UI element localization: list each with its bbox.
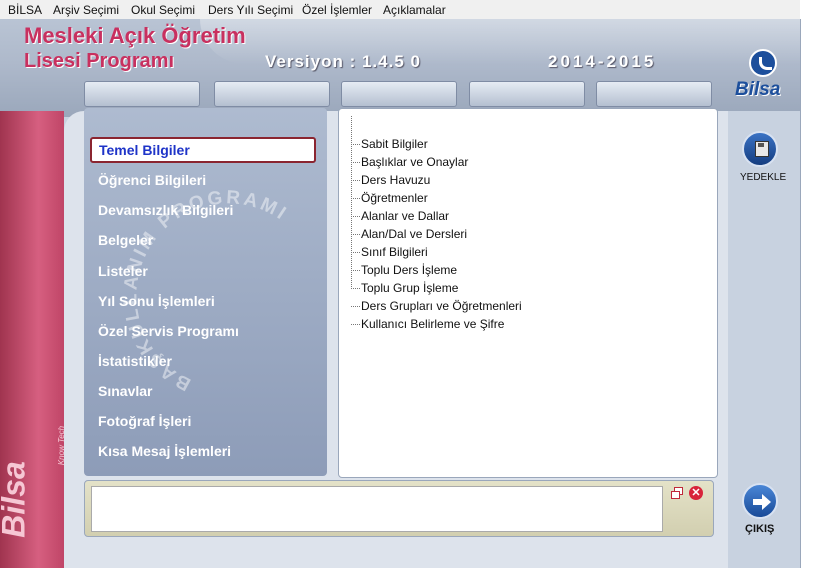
backup-button[interactable]: [742, 131, 778, 167]
tree-guide-line: [351, 116, 352, 289]
nav-item-devamsizlik-bilgileri[interactable]: Devamsızlık Bilgileri: [98, 202, 233, 218]
menu-ders-yili-secimi[interactable]: Ders Yılı Seçimi: [208, 3, 293, 17]
header-tab-button-4[interactable]: [469, 81, 585, 107]
tree-item-toplu-grup-isleme[interactable]: Toplu Grup İşleme: [361, 281, 458, 295]
left-bilsa-logo: Bilsa Know Tech: [0, 426, 66, 561]
tree-item-kullanici-belirleme-ve-sifre[interactable]: Kullanıcı Belirleme ve Şifre: [361, 317, 504, 331]
tree-item-ders-gruplari-ve-ogretmenleri[interactable]: Ders Grupları ve Öğretmenleri: [361, 299, 522, 313]
arrow-right-icon: [753, 494, 771, 510]
header-tab-button-1[interactable]: [84, 81, 200, 107]
exit-button[interactable]: [742, 483, 778, 519]
header-tab-button-5[interactable]: [596, 81, 712, 107]
tree-connector: [351, 198, 360, 199]
nav-item-listeler[interactable]: Listeler: [98, 263, 148, 279]
tree-item-toplu-ders-isleme[interactable]: Toplu Ders İşleme: [361, 263, 457, 277]
tree-item-sinif-bilgileri[interactable]: Sınıf Bilgileri: [361, 245, 428, 259]
tree-connector: [351, 162, 360, 163]
tree-connector: [351, 306, 360, 307]
menu-okul-secimi[interactable]: Okul Seçimi: [131, 3, 195, 17]
tree-item-sabit-bilgiler[interactable]: Sabit Bilgiler: [361, 137, 428, 151]
tree-item-ogretmenler[interactable]: Öğretmenler: [361, 191, 428, 205]
backup-label: YEDEKLE: [740, 172, 787, 183]
tree-connector: [351, 270, 360, 271]
left-bilsa-logo-text: Bilsa: [0, 461, 32, 538]
restore-window-icon[interactable]: [671, 487, 683, 499]
tree-connector: [351, 180, 360, 181]
exit-label: ÇIKIŞ: [745, 523, 775, 535]
nav-item-sinavlar[interactable]: Sınavlar: [98, 383, 152, 399]
version-label: Versiyon : 1.4.5 0: [265, 52, 421, 71]
close-panel-icon[interactable]: ✕: [689, 486, 703, 500]
menu-arsiv-secimi[interactable]: Arşiv Seçimi: [53, 3, 119, 17]
message-panel: ✕: [84, 480, 714, 537]
tree-panel: Sabit Bilgiler Başlıklar ve Onaylar Ders…: [338, 108, 718, 478]
app-title-line2: Lisesi Programı: [24, 50, 175, 72]
menu-bar: BİLSA Arşiv Seçimi Okul Seçimi Ders Yılı…: [0, 0, 800, 20]
bilsa-logo: Bilsa: [733, 47, 795, 105]
menu-aciklamalar[interactable]: Açıklamalar: [383, 3, 446, 17]
nav-item-kisa-mesaj-islemleri[interactable]: Kısa Mesaj İşlemleri: [98, 443, 231, 459]
school-year-label: 2014-2015: [548, 52, 657, 71]
tree-connector: [351, 144, 360, 145]
tree-connector: [351, 216, 360, 217]
nav-item-yil-sonu-islemleri[interactable]: Yıl Sonu İşlemleri: [98, 293, 215, 309]
tree-connector: [351, 234, 360, 235]
menu-ozel-islemler[interactable]: Özel İşlemler: [302, 3, 372, 17]
tree-item-alanlar-ve-dallar[interactable]: Alanlar ve Dallar: [361, 209, 449, 223]
tree-connector: [351, 324, 360, 325]
tree-connector: [351, 252, 360, 253]
nav-item-belgeler[interactable]: Belgeler: [98, 232, 153, 248]
nav-item-ozel-servis-programi[interactable]: Özel Servis Programı: [98, 323, 239, 339]
message-area[interactable]: [91, 486, 663, 532]
tree-connector: [351, 288, 360, 289]
tree-item-alan-dal-ve-dersleri[interactable]: Alan/Dal ve Dersleri: [361, 227, 467, 241]
floppy-icon: [755, 141, 769, 157]
nav-panel: BAŞKULLANIM PROGRAMI Temel Bilgiler Öğre…: [84, 108, 327, 476]
header-tab-button-3[interactable]: [341, 81, 457, 107]
bilsa-logo-icon: [749, 49, 777, 77]
nav-item-temel-bilgiler[interactable]: Temel Bilgiler: [90, 137, 316, 163]
menu-bilsa[interactable]: BİLSA: [8, 3, 42, 17]
nav-item-ogrenci-bilgileri[interactable]: Öğrenci Bilgileri: [98, 172, 206, 188]
header-tab-button-2[interactable]: [214, 81, 330, 107]
app-title-line1: Mesleki Açık Öğretim: [24, 23, 246, 48]
tree-item-ders-havuzu[interactable]: Ders Havuzu: [361, 173, 430, 187]
nav-item-fotograf-isleri[interactable]: Fotoğraf İşleri: [98, 413, 191, 429]
bilsa-logo-text: Bilsa: [735, 79, 781, 100]
tree-item-basliklar-ve-onaylar[interactable]: Başlıklar ve Onaylar: [361, 155, 468, 169]
left-brand-strip: Bilsa Know Tech: [0, 111, 66, 568]
header: Mesleki Açık Öğretim Lisesi Programı Ver…: [0, 19, 800, 117]
nav-item-istatistikler[interactable]: İstatistikler: [98, 353, 172, 369]
